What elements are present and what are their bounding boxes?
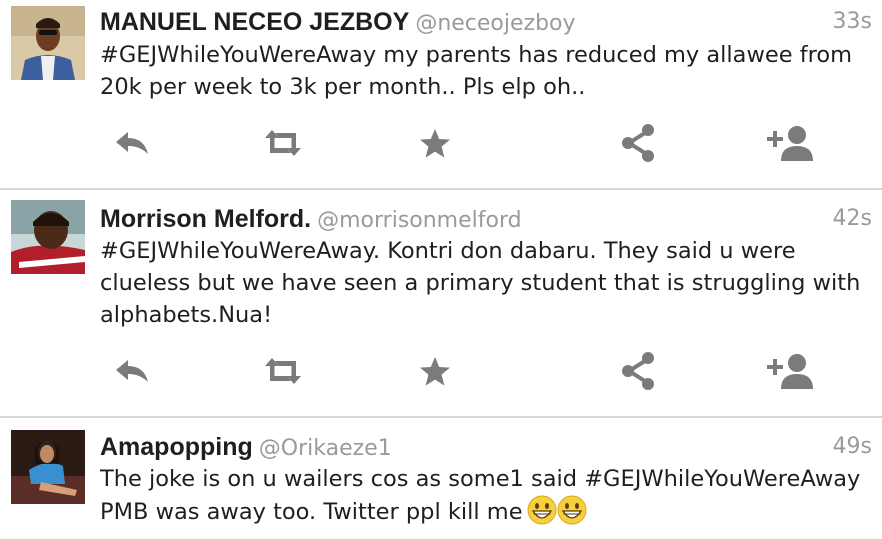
grinning-face-emoji-icon [527, 495, 557, 534]
favorite-star-icon [420, 128, 450, 158]
author-handle[interactable]: @morrisonmelford [317, 208, 521, 233]
share-button[interactable] [614, 349, 662, 393]
reply-icon [116, 360, 148, 382]
share-button[interactable] [614, 121, 662, 165]
author-name[interactable]: Amapopping [100, 433, 253, 461]
follow-button[interactable] [766, 121, 814, 165]
reply-icon [116, 132, 148, 154]
retweet-icon [265, 358, 301, 384]
avatar[interactable] [11, 200, 85, 274]
tweet-item[interactable]: Morrison Melford. @morrisonmelford 42s #G… [0, 190, 882, 416]
tweet-header: Amapopping @Orikaeze1 49s [100, 430, 872, 464]
tweet-actions [0, 121, 882, 165]
favorite-button[interactable] [411, 349, 459, 393]
timestamp: 49s [832, 434, 872, 459]
follow-add-user-icon [767, 126, 813, 161]
tweet-item[interactable]: Amapopping @Orikaeze1 49s The joke is on … [0, 418, 882, 539]
reply-button[interactable] [108, 121, 156, 165]
share-icon [622, 124, 654, 162]
share-icon [622, 352, 654, 390]
tweet-header: MANUEL NECEO JEZBOY @neceojezboy 33s [100, 5, 872, 39]
tweet-text: The joke is on u wailers cos as some1 sa… [100, 463, 868, 534]
avatar[interactable] [11, 430, 85, 504]
follow-add-user-icon [767, 354, 813, 389]
timestamp: 33s [832, 9, 872, 34]
grinning-face-emoji-icon [557, 495, 587, 534]
tweet-text: #GEJWhileYouWereAway. Kontri don dabaru.… [100, 238, 861, 328]
tweet-actions [0, 349, 882, 393]
retweet-button[interactable] [259, 121, 307, 165]
retweet-icon [265, 130, 301, 156]
tweet-item[interactable]: MANUEL NECEO JEZBOY @neceojezboy 33s #GEJ… [0, 0, 882, 188]
tweet-text-body: The joke is on u wailers cos as some1 sa… [100, 466, 861, 525]
avatar[interactable] [11, 6, 85, 80]
favorite-star-icon [420, 356, 450, 386]
follow-button[interactable] [766, 349, 814, 393]
author-name[interactable]: Morrison Melford. [100, 205, 311, 233]
author-handle[interactable]: @neceojezboy [415, 11, 575, 36]
tweet-text: #GEJWhileYouWereAway my parents has redu… [100, 42, 853, 100]
favorite-button[interactable] [411, 121, 459, 165]
retweet-button[interactable] [259, 349, 307, 393]
reply-button[interactable] [108, 349, 156, 393]
tweet-header: Morrison Melford. @morrisonmelford 42s [100, 202, 872, 236]
timestamp: 42s [832, 206, 872, 231]
author-name[interactable]: MANUEL NECEO JEZBOY [100, 8, 409, 36]
author-handle[interactable]: @Orikaeze1 [259, 436, 392, 461]
